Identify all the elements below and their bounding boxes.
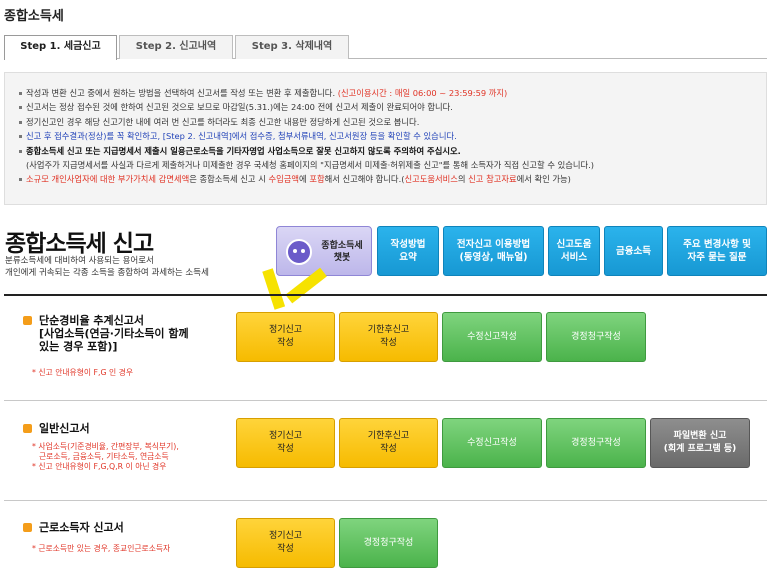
- bullet-icon: [19, 149, 22, 153]
- bullet-icon: [19, 106, 22, 110]
- amended-filing-button[interactable]: 수정신고작성: [442, 418, 542, 468]
- section-note: * 사업소득(기준경비율, 간편장부, 복식부기), 근로소득, 금융소득, 기…: [32, 442, 179, 471]
- notice-line: 신고 후 접수결과(정상)를 꼭 확인하고, [Step 2. 신고내역]에서 …: [19, 129, 758, 143]
- regular-filing-button[interactable]: 정기신고 작성: [236, 312, 335, 362]
- notice-line: (사업주가 지급명세서를 사실과 다르게 제출하거나 미제출한 경우 국세청 홈…: [26, 160, 595, 171]
- tab-step2[interactable]: Step 2. 신고내역: [119, 35, 233, 59]
- section-main-desc: 분류소득세에 대비하여 사용되는 용어로서 개인에게 귀속되는 각종 소득을 종…: [5, 256, 209, 278]
- late-filing-button[interactable]: 기한후신고 작성: [339, 312, 438, 362]
- bullet-icon: [19, 135, 22, 139]
- amended-filing-button[interactable]: 수정신고작성: [442, 312, 542, 362]
- section-separator: [4, 400, 767, 401]
- section-note: * 근로소득만 있는 경우, 종교인근로소득자: [32, 544, 171, 553]
- step-tabs: Step 1. 세금신고 Step 2. 신고내역 Step 3. 삭제내역: [4, 35, 767, 60]
- section-note: * 신고 안내유형이 F,G 인 경우: [32, 368, 134, 377]
- filing-help-service-button[interactable]: 신고도움 서비스: [548, 226, 600, 276]
- bullet-icon: [19, 178, 22, 182]
- bullet-icon: [19, 120, 22, 124]
- claim-correction-button[interactable]: 경정청구작성: [339, 518, 438, 568]
- financial-income-button[interactable]: 금융소득: [604, 226, 663, 276]
- late-filing-button[interactable]: 기한후신고 작성: [339, 418, 438, 468]
- notice-line: 종합소득세 신고 또는 지급명세서 제출시 일용근로소득을 기타자영업 사업소득…: [19, 144, 758, 158]
- regular-filing-button[interactable]: 정기신고 작성: [236, 418, 335, 468]
- claim-correction-button[interactable]: 경정청구작성: [546, 418, 646, 468]
- chatbot-robot-icon: [286, 239, 312, 265]
- claim-correction-button[interactable]: 경정청구작성: [546, 312, 646, 362]
- e-filing-howto-button[interactable]: 전자신고 이용방법 (동영상, 매뉴얼): [443, 226, 544, 276]
- regular-filing-button[interactable]: 정기신고 작성: [236, 518, 335, 568]
- notice-line: 신고서는 정상 접수된 것에 한하여 신고된 것으로 보므로 마감일(5.31.…: [19, 100, 758, 114]
- section-main-title: 종합소득세 신고: [5, 231, 154, 257]
- file-conversion-filing-button[interactable]: 파일변환 신고 (회계 프로그램 등): [650, 418, 750, 468]
- tab-step3[interactable]: Step 3. 삭제내역: [235, 35, 349, 59]
- page-title: 종합소득세: [4, 9, 64, 24]
- section-title: 근로소득자 신고서: [39, 521, 124, 534]
- bullet-icon: [19, 92, 22, 95]
- faq-changes-button[interactable]: 주요 변경사항 및 자주 묻는 질문: [667, 226, 767, 276]
- section-bullet-icon: [23, 316, 32, 325]
- chatbot-button[interactable]: 종합소득세 챗봇: [276, 226, 372, 276]
- notice-line: 정기신고인 경우 해당 신고기한 내에 여러 번 신고를 하더라도 최종 신고한…: [19, 115, 758, 129]
- tab-step1[interactable]: Step 1. 세금신고: [4, 35, 117, 60]
- section-bullet-icon: [23, 523, 32, 532]
- section-divider: [4, 294, 767, 296]
- notice-box: 작성과 변환 신고 중에서 원하는 방법을 선택하여 신고서를 작성 또는 변환…: [4, 72, 767, 205]
- guide-summary-button[interactable]: 작성방법 요약: [377, 226, 439, 276]
- notice-line: 작성과 변환 신고 중에서 원하는 방법을 선택하여 신고서를 작성 또는 변환…: [19, 86, 758, 100]
- section-title: 일반신고서: [39, 422, 90, 435]
- section-bullet-icon: [23, 424, 32, 433]
- notice-line: 소규모 개인사업자에 대한 부가가치세 감면세액은 종합소득세 신고 시 수입금…: [19, 172, 758, 186]
- section-title: 단순경비율 추계신고서 [사업소득(연금·기타소득이 함께 있는 경우 포함)]: [39, 314, 189, 353]
- section-separator: [4, 500, 767, 501]
